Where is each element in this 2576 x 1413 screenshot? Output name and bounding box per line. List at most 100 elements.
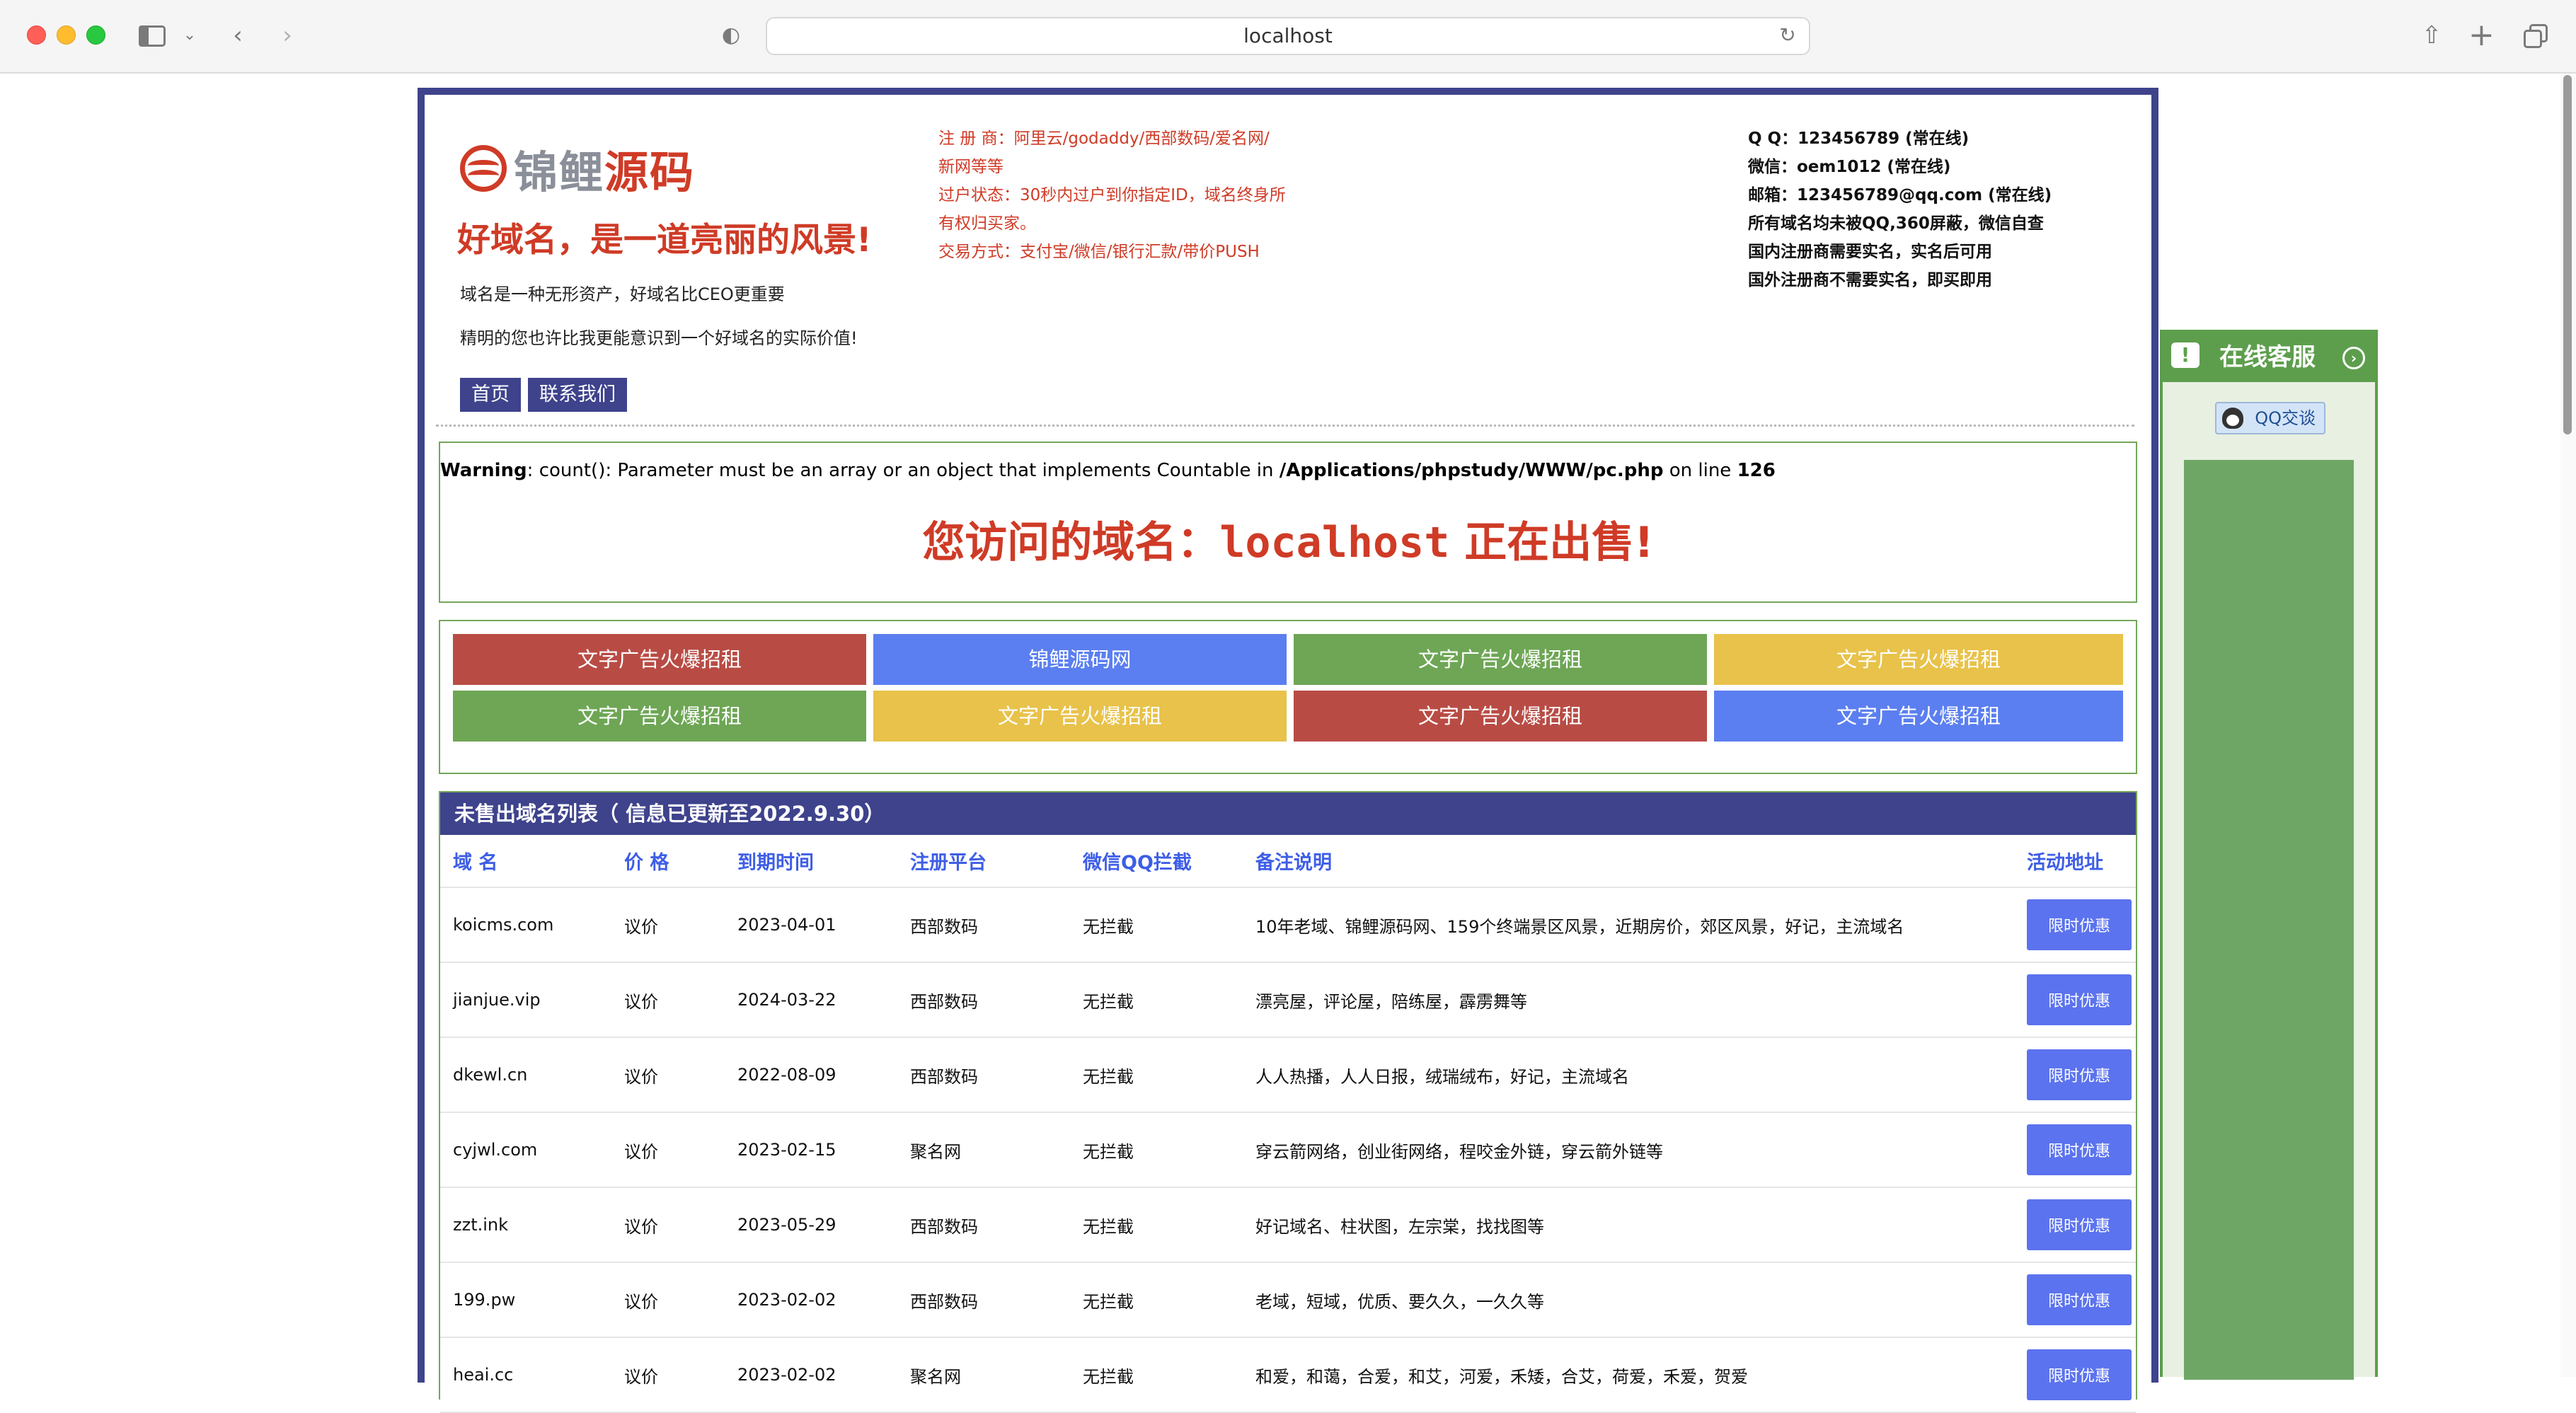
domain-cell: heai.cc	[440, 1337, 611, 1413]
koi-logo-icon	[460, 145, 507, 192]
table-header-row: 域 名 价 格 到期时间 注册平台 微信QQ拦截 备注说明 活动地址	[440, 835, 2136, 888]
header-domain: 域 名	[440, 835, 611, 888]
promo-button[interactable]: 限时优惠	[2027, 974, 2132, 1025]
online-service-title: 在线客服	[2219, 343, 2316, 371]
notes-cell: 10年老域、锦鲤源码网、159个终端景区风景，近期房价，郊区风景，好记，主流域名	[1243, 887, 2014, 963]
sale-prefix: 您访问的域名：	[922, 518, 1220, 567]
action-cell: 限时优惠	[2014, 1187, 2136, 1263]
minimize-window-button[interactable]	[57, 25, 76, 45]
chevron-down-icon[interactable]: ⌄	[181, 20, 198, 51]
price-cell: 议价	[611, 1262, 725, 1338]
new-tab-icon[interactable]: +	[2468, 20, 2495, 51]
action-cell: 限时优惠	[2014, 1337, 2136, 1413]
nav-contact-link[interactable]: 联系我们	[528, 378, 627, 412]
expiry-cell: 2023-02-02	[725, 1262, 897, 1338]
arrow-right-circle-icon[interactable]: ›	[2342, 347, 2365, 369]
address-text[interactable]: localhost	[767, 18, 1809, 54]
scrollbar-track[interactable]	[2560, 75, 2576, 1377]
intro-text-2: 精明的您也许比我更能意识到一个好域名的实际价值!	[460, 328, 858, 348]
registrar-cell: 聚名网	[897, 1112, 1070, 1188]
domain-list-panel: 未售出域名列表（ 信息已更新至2022.9.30） 域 名 价 格 到期时间 注…	[439, 791, 2137, 1413]
qq-chat-button[interactable]: QQ交谈	[2215, 402, 2325, 434]
expiry-cell: 2023-02-02	[725, 1337, 897, 1413]
main-container: 锦鲤源码 好域名，是一道亮丽的风景! 域名是一种无形资产，好域名比CEO更重要 …	[418, 88, 2158, 1413]
table-row: zzt.ink 议价 2023-05-29 西部数码 无拦截 好记域名、柱状图，左宗棠，找…	[440, 1187, 2136, 1263]
promo-button[interactable]: 限时优惠	[2027, 1124, 2132, 1175]
zoom-window-button[interactable]	[86, 25, 105, 45]
sale-headline: 您访问的域名：localhost 正在出售!	[440, 508, 2136, 570]
block-status-cell: 无拦截	[1070, 1262, 1243, 1338]
ad-slot[interactable]: 文字广告火爆招租	[453, 634, 866, 685]
registrar-line: 新网等等	[938, 158, 1004, 176]
price-cell: 议价	[611, 887, 725, 963]
ad-slot[interactable]: 锦鲤源码网	[873, 634, 1287, 685]
sale-panel: Warning: count(): Parameter must be an a…	[439, 442, 2137, 603]
ad-slot[interactable]: 文字广告火爆招租	[1714, 634, 2123, 685]
promo-button[interactable]: 限时优惠	[2027, 1199, 2132, 1250]
ad-panel: 文字广告火爆招租 锦鲤源码网 文字广告火爆招租 文字广告火爆招租 文字广告火爆招租 文字广…	[439, 620, 2137, 774]
privacy-shield-icon[interactable]: ◐	[719, 20, 743, 51]
ad-slot[interactable]: 文字广告火爆招租	[1294, 634, 1707, 685]
block-status-cell: 无拦截	[1070, 1187, 1243, 1263]
registrar-line: 有权归买家。	[938, 214, 1036, 233]
forward-arrow-icon[interactable]: ›	[275, 20, 300, 51]
page-viewport: 锦鲤源码 好域名，是一道亮丽的风景! 域名是一种无形资产，好域名比CEO更重要 …	[0, 75, 2576, 1413]
intro-text-1: 域名是一种无形资产，好域名比CEO更重要	[460, 284, 785, 304]
expiry-cell: 2023-04-01	[725, 887, 897, 963]
domain-cell: koicms.com	[440, 887, 611, 963]
price-cell: 议价	[611, 962, 725, 1038]
reload-icon[interactable]: ↻	[1776, 24, 1799, 47]
notes-cell: 和爱，和蔼，合爱，和艾，河爱，禾矮，合艾，荷爱，禾爱，贺爱	[1243, 1337, 2014, 1413]
header-notes: 备注说明	[1243, 835, 2014, 888]
block-status-cell: 无拦截	[1070, 1337, 1243, 1413]
chat-bubble-icon: !	[2171, 342, 2200, 368]
header-price: 价 格	[611, 835, 725, 888]
contact-info: Q Q：123456789 (常在线) 微信：oem1012 (常在线) 邮箱：…	[1748, 125, 2116, 294]
domain-cell: 199.pw	[440, 1262, 611, 1338]
ad-grid: 文字广告火爆招租 锦鲤源码网 文字广告火爆招租 文字广告火爆招租 文字广告火爆招租 文字广…	[453, 634, 2124, 742]
price-cell: 议价	[611, 1112, 725, 1188]
domain-table-body: koicms.com 议价 2023-04-01 西部数码 无拦截 10年老域、锦鲤源码网…	[440, 887, 2136, 1413]
expiry-cell: 2023-02-15	[725, 1112, 897, 1188]
ad-slot[interactable]: 文字广告火爆招租	[1294, 691, 1707, 742]
notes-cell: 穿云箭网络，创业街网络，程咬金外链，穿云箭外链等	[1243, 1112, 2014, 1188]
ad-slot[interactable]: 文字广告火爆招租	[873, 691, 1287, 742]
address-bar[interactable]: localhost ↻	[766, 17, 1810, 55]
warning-line-number: 126	[1737, 460, 1776, 481]
sale-domain: localhost	[1219, 518, 1450, 567]
site-logo[interactable]: 锦鲤源码	[460, 140, 695, 198]
domain-cell: jianjue.vip	[440, 962, 611, 1038]
back-arrow-icon[interactable]: ‹	[225, 20, 251, 51]
ad-slot[interactable]: 文字广告火爆招租	[453, 691, 866, 742]
contact-note: 所有域名均未被QQ,360屏蔽，微信自查	[1748, 214, 2044, 233]
tab-overview-icon[interactable]	[2522, 20, 2551, 51]
nav-home-link[interactable]: 首页	[460, 378, 521, 412]
contact-email: 邮箱：123456789@qq.com (常在线)	[1748, 186, 2052, 204]
registrar-info: 注 册 商：阿里云/godaddy/西部数码/爱名网/ 新网等等 过户状态：30…	[938, 125, 1313, 266]
online-service-header[interactable]: ! 在线客服 ›	[2163, 333, 2375, 382]
table-row: dkewl.cn 议价 2022-08-09 西部数码 无拦截 人人热播，人人日报，绒瑞绒…	[440, 1037, 2136, 1113]
warning-path: /Applications/phpstudy/WWW/pc.php	[1279, 460, 1664, 481]
online-service-widget: ! 在线客服 › QQ交谈	[2160, 330, 2378, 1380]
block-status-cell: 无拦截	[1070, 887, 1243, 963]
table-row: jianjue.vip 议价 2024-03-22 西部数码 无拦截 漂亮屋，评论屋，陪练…	[440, 962, 2136, 1038]
qq-penguin-icon	[2222, 408, 2243, 429]
service-content-area	[2184, 460, 2354, 1380]
notes-cell: 人人热播，人人日报，绒瑞绒布，好记，主流域名	[1243, 1037, 2014, 1113]
block-status-cell: 无拦截	[1070, 962, 1243, 1038]
share-icon[interactable]: ⇧	[2419, 20, 2444, 51]
contact-qq: Q Q：123456789 (常在线)	[1748, 129, 1970, 148]
scrollbar-thumb[interactable]	[2563, 75, 2572, 434]
table-row: cyjwl.com 议价 2023-02-15 聚名网 无拦截 穿云箭网络，创业街网络，程…	[440, 1112, 2136, 1188]
action-cell: 限时优惠	[2014, 962, 2136, 1038]
expiry-cell: 2023-05-29	[725, 1187, 897, 1263]
promo-button[interactable]: 限时优惠	[2027, 899, 2132, 950]
registrar-cell: 聚名网	[897, 1337, 1070, 1413]
promo-button[interactable]: 限时优惠	[2027, 1274, 2132, 1325]
ad-slot[interactable]: 文字广告火爆招租	[1714, 691, 2123, 742]
close-window-button[interactable]	[27, 25, 46, 45]
promo-button[interactable]: 限时优惠	[2027, 1049, 2132, 1100]
contact-note: 国外注册商不需要实名，即买即用	[1748, 271, 1992, 289]
sidebar-toggle-icon[interactable]	[139, 20, 167, 51]
promo-button[interactable]: 限时优惠	[2027, 1349, 2132, 1400]
